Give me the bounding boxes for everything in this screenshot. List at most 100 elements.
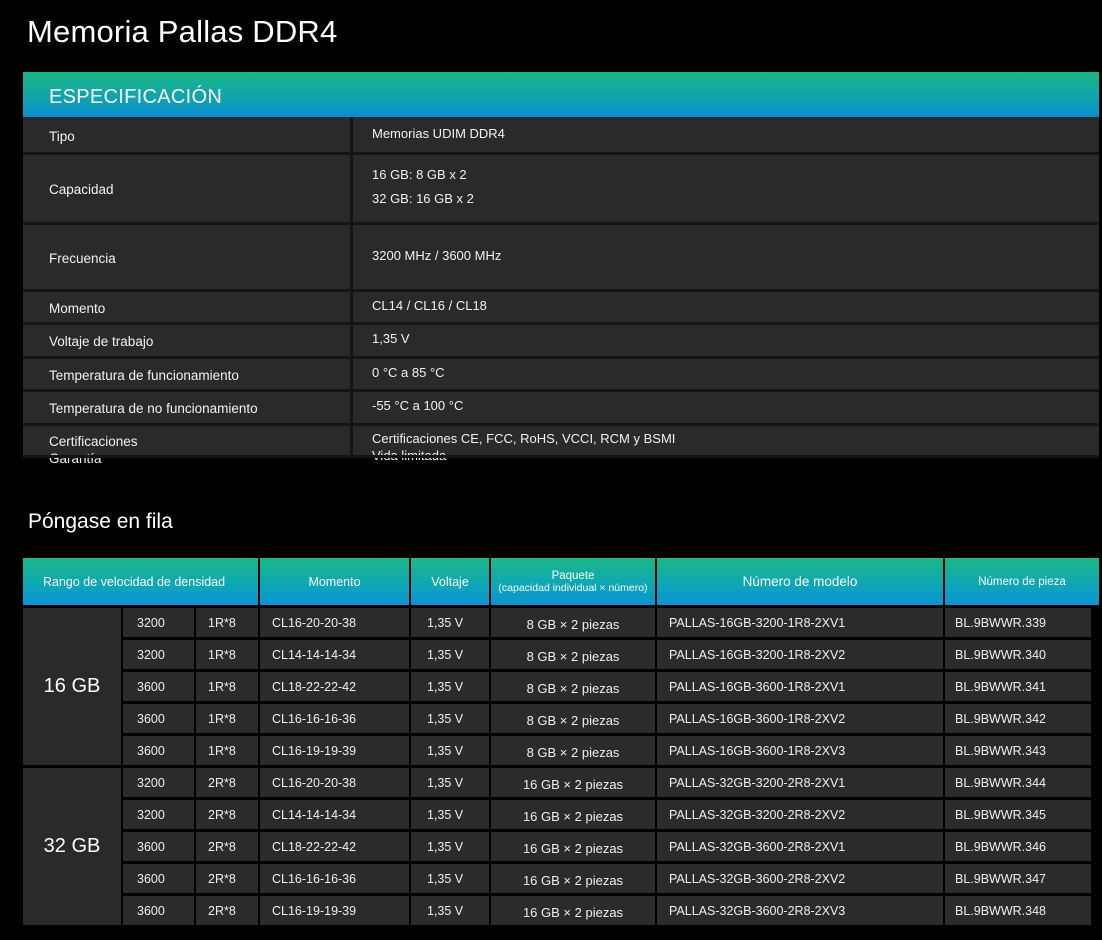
spec-label: Capacidad <box>49 182 114 197</box>
cell-timing: CL14-14-14-34 <box>260 800 409 829</box>
spec-value: CL14 / CL16 / CL18 <box>372 294 487 318</box>
header-timing: Momento <box>260 558 409 605</box>
cell-timing: CL16-16-16-36 <box>260 704 409 733</box>
cell-model: PALLAS-16GB-3600-1R8-2XV3 <box>657 736 943 765</box>
spec-row-separator <box>23 423 1099 426</box>
cell-density: 1R*8 <box>196 704 258 733</box>
cell-speed: 3200 <box>123 640 194 669</box>
spec-row-separator <box>23 356 1099 359</box>
cell-package: 8 GB × 2 piezas <box>491 640 655 669</box>
cell-model: PALLAS-16GB-3600-1R8-2XV2 <box>657 704 943 733</box>
cell-timing: CL18-22-22-42 <box>260 672 409 701</box>
cell-density: 2R*8 <box>196 896 258 925</box>
cell-model: PALLAS-16GB-3600-1R8-2XV1 <box>657 672 943 701</box>
header-model: Número de modelo <box>657 558 943 605</box>
cell-speed: 3600 <box>123 672 194 701</box>
cell-model: PALLAS-32GB-3200-2R8-2XV1 <box>657 768 943 797</box>
cell-model: PALLAS-32GB-3600-2R8-2XV2 <box>657 864 943 893</box>
header-timing-label: Momento <box>308 574 361 589</box>
cell-voltage: 1,35 V <box>411 736 489 765</box>
cell-part: BL.9BWWR.346 <box>945 832 1091 861</box>
cell-speed: 3600 <box>123 736 194 765</box>
spec-row-separator <box>23 455 1099 458</box>
header-voltage: Voltaje <box>411 558 489 605</box>
spec-label: Garantía <box>49 451 102 466</box>
cell-speed: 3600 <box>123 896 194 925</box>
spec-value: 16 GB: 8 GB x 2 32 GB: 16 GB x 2 <box>372 163 474 211</box>
header-package: Paquete (capacidad individual × número) <box>491 558 655 605</box>
spec-value: 1,35 V <box>372 327 410 351</box>
cell-voltage: 1,35 V <box>411 640 489 669</box>
cell-package: 16 GB × 2 piezas <box>491 768 655 797</box>
spec-label: Certificaciones <box>49 434 138 449</box>
cell-density: 1R*8 <box>196 608 258 637</box>
cell-part: BL.9BWWR.341 <box>945 672 1091 701</box>
spec-label: Momento <box>49 300 106 316</box>
spec-label: Temperatura de no funcionamiento <box>49 401 258 416</box>
cell-voltage: 1,35 V <box>411 896 489 925</box>
cell-density: 2R*8 <box>196 864 258 893</box>
spec-value-line: -55 °C a 100 °C <box>372 398 464 413</box>
cell-speed: 3200 <box>123 608 194 637</box>
capacity-group-cell: 32 GB <box>23 768 121 925</box>
cell-part: BL.9BWWR.340 <box>945 640 1091 669</box>
spec-value-line: 16 GB: 8 GB x 2 <box>372 167 467 182</box>
cell-part: BL.9BWWR.343 <box>945 736 1091 765</box>
spec-row-separator <box>23 222 1099 225</box>
cell-timing: CL16-19-19-39 <box>260 896 409 925</box>
cell-voltage: 1,35 V <box>411 672 489 701</box>
cell-voltage: 1,35 V <box>411 832 489 861</box>
cell-package: 8 GB × 2 piezas <box>491 672 655 701</box>
spec-value-line: CL14 / CL16 / CL18 <box>372 297 487 313</box>
cell-density: 2R*8 <box>196 832 258 861</box>
spec-row-separator <box>23 322 1099 325</box>
spec-row-separator <box>23 389 1099 392</box>
spec-row-separator <box>23 152 1099 155</box>
header-range: Rango de velocidad de densidad <box>23 558 258 605</box>
capacity-group-cell: 16 GB <box>23 608 121 765</box>
cell-speed: 3600 <box>123 704 194 733</box>
page-title: Memoria Pallas DDR4 <box>27 14 338 49</box>
cell-part: BL.9BWWR.345 <box>945 800 1091 829</box>
spec-value-line: Memorias UDIM DDR4 <box>372 126 505 141</box>
cell-density: 1R*8 <box>196 640 258 669</box>
header-range-label: Rango de velocidad de densidad <box>43 574 226 589</box>
cell-timing: CL16-19-19-39 <box>260 736 409 765</box>
cell-density: 1R*8 <box>196 672 258 701</box>
cell-density: 2R*8 <box>196 800 258 829</box>
cell-speed: 3200 <box>123 768 194 797</box>
cell-package: 16 GB × 2 piezas <box>491 896 655 925</box>
header-part-label: Número de pieza <box>978 575 1066 588</box>
header-voltage-label: Voltaje <box>431 574 469 589</box>
cell-voltage: 1,35 V <box>411 864 489 893</box>
spec-header-title: ESPECIFICACIÓN <box>49 86 223 108</box>
spec-value: 3200 MHz / 3600 MHz <box>372 244 501 268</box>
cell-voltage: 1,35 V <box>411 704 489 733</box>
lineup-title: Póngase en fila <box>28 510 173 533</box>
spec-label: Voltaje de trabajo <box>49 334 154 349</box>
spec-value-line: 1,35 V <box>372 331 410 346</box>
cell-package: 8 GB × 2 piezas <box>491 736 655 765</box>
cell-model: PALLAS-32GB-3600-2R8-2XV3 <box>657 896 943 925</box>
cell-model: PALLAS-32GB-3600-2R8-2XV1 <box>657 832 943 861</box>
cell-timing: CL16-20-20-38 <box>260 608 409 637</box>
spec-value-line: 3200 MHz / 3600 MHz <box>372 247 502 263</box>
cell-model: PALLAS-16GB-3200-1R8-2XV1 <box>657 608 943 637</box>
spec-label: Tipo <box>49 129 75 144</box>
cell-package: 16 GB × 2 piezas <box>491 800 655 829</box>
spec-value-line: 0 °C a 85 °C <box>372 364 445 380</box>
cell-model: PALLAS-32GB-3200-2R8-2XV2 <box>657 800 943 829</box>
spec-table: ESPECIFICACIÓN Tipo Memorias UDIM DDR4 Cap… <box>23 72 1099 466</box>
cell-package: 8 GB × 2 piezas <box>491 704 655 733</box>
cell-package: 16 GB × 2 piezas <box>491 864 655 893</box>
spec-column-divider <box>350 117 353 458</box>
header-package-label: Paquete <box>551 569 595 582</box>
cell-part: BL.9BWWR.344 <box>945 768 1091 797</box>
cell-voltage: 1,35 V <box>411 608 489 637</box>
spec-value: -55 °C a 100 °C <box>372 394 463 418</box>
spec-header: ESPECIFICACIÓN <box>23 72 1099 117</box>
cell-voltage: 1,35 V <box>411 800 489 829</box>
cell-speed: 3600 <box>123 864 194 893</box>
spec-value: Memorias UDIM DDR4 <box>372 122 505 146</box>
cell-density: 1R*8 <box>196 736 258 765</box>
